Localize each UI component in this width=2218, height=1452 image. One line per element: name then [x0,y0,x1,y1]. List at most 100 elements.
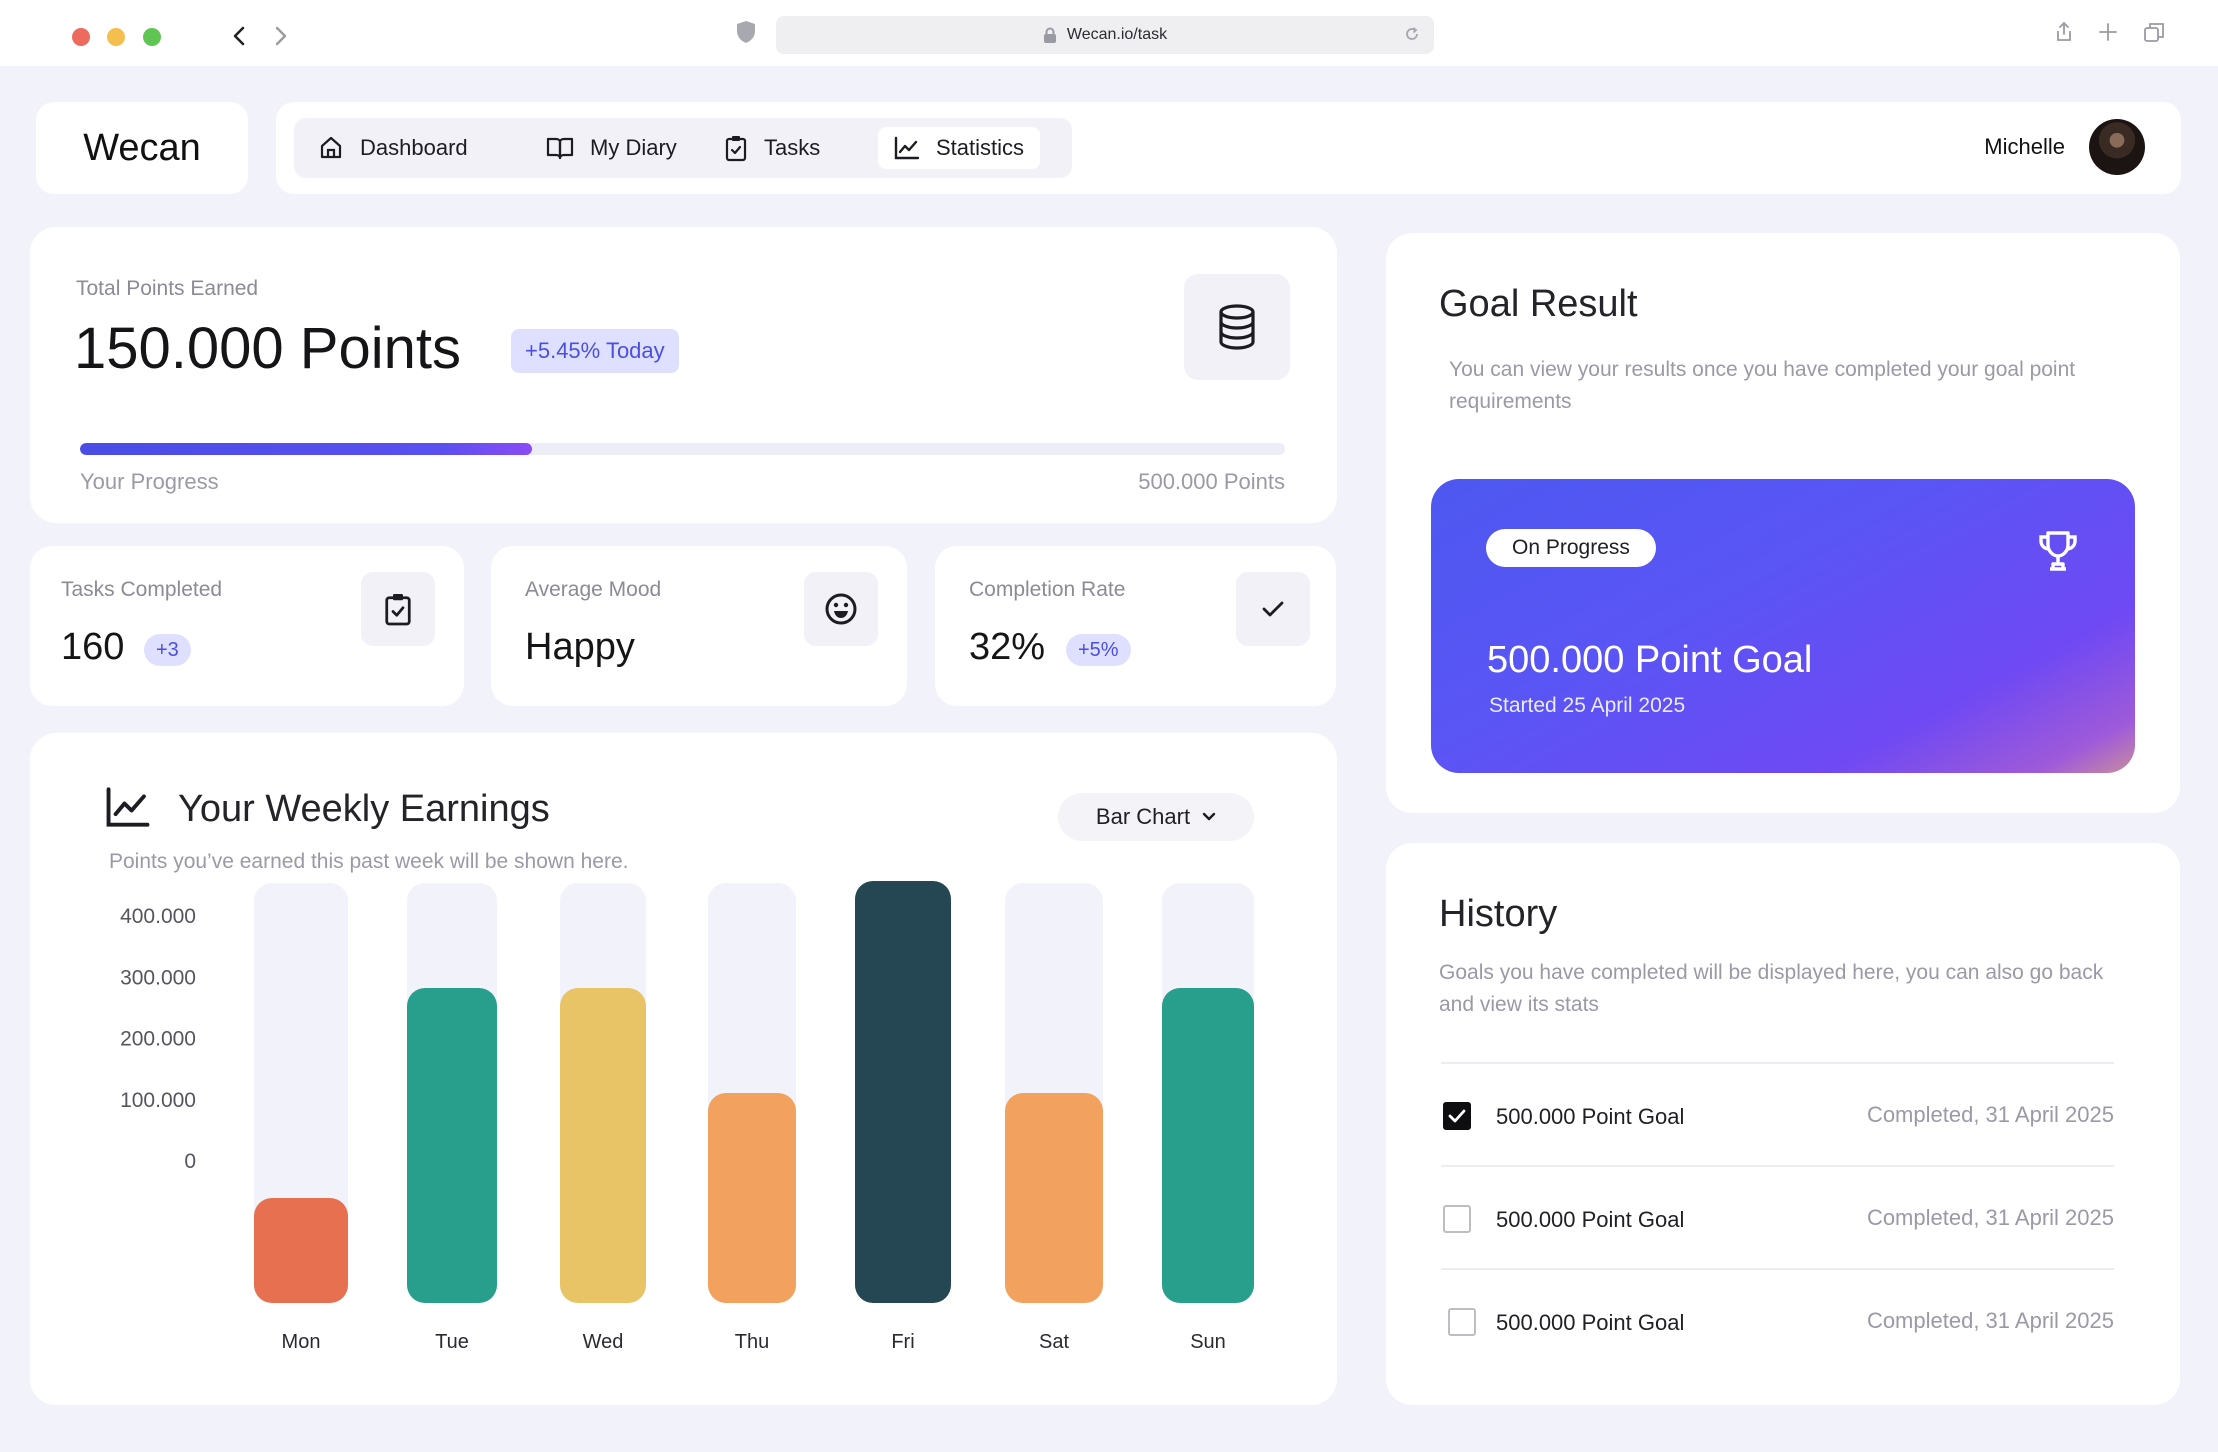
y-tick-label: 100.000 [120,1089,196,1112]
history-goal-date: Completed, 31 April 2025 [1866,1308,2114,1333]
bar-sun[interactable] [1162,988,1254,1303]
clipboard-check-icon [361,572,435,646]
tab-label: My Diary [590,135,677,160]
stat-label: Completion Rate [969,578,1126,601]
y-tick-label: 300.000 [120,966,196,989]
stat-badge: +3 [144,634,191,666]
points-progress-fill [80,443,532,455]
trophy-icon [2037,529,2079,578]
user-name: Michelle [1984,134,2065,159]
url-text: Wecan.io/task [1066,26,1168,43]
history-title: History [1439,893,1558,935]
total-points-card: Total Points Earned 150.000 Points +5.45… [30,227,1337,523]
x-tick-label: Fri [891,1331,914,1353]
browser-chrome: Wecan.io/task [0,0,2218,66]
stat-label: Average Mood [525,578,662,601]
history-row[interactable]: 500.000 Point Goal Completed, 31 April 2… [1441,1165,2114,1268]
goal-banner[interactable]: On Progress 500.000 Point Goal Started 2… [1431,479,2135,773]
bar-tue[interactable] [407,988,497,1303]
bar-mon[interactable] [254,1198,348,1303]
goal-started-date: Started 25 April 2025 [1489,694,1686,717]
forward-arrow-icon[interactable] [266,18,296,54]
bar-fri[interactable] [855,881,951,1303]
stat-badge: +5% [1066,634,1131,666]
tab-label: Dashboard [360,135,468,160]
back-arrow-icon[interactable] [224,18,254,54]
top-navigation: Dashboard My Diary Tasks Statistics Mich… [276,102,2181,194]
history-description: Goals you have completed will be display… [1439,961,2104,1016]
points-progress-bar [80,443,1285,455]
y-tick-label: 400.000 [120,905,196,928]
total-points-value: 150.000 Points [74,316,461,381]
logo-text: Wecan [83,126,201,169]
completion-rate-card: Completion Rate 32% +5% [935,546,1336,706]
bar-thu[interactable] [708,1093,796,1303]
bar-sat[interactable] [1005,1093,1103,1303]
goal-description: You can view your results once you have … [1449,358,2076,413]
stat-value: 32% [969,626,1046,668]
tabs-overview-icon[interactable] [2142,20,2168,46]
history-checkbox[interactable] [1448,1308,1476,1336]
check-icon [1448,1109,1466,1123]
weekly-bar-chart: 400.000 300.000 200.000 100.000 0 Mon Tue Wed Th… [120,881,1254,1353]
book-icon [546,137,574,160]
clipboard-check-icon [725,136,747,162]
minimize-window-button[interactable] [107,28,125,46]
home-icon [320,136,342,159]
tab-tasks[interactable]: Tasks [708,127,836,169]
today-change-badge: +5.45% Today [511,329,679,373]
x-tick-label: Mon [282,1331,321,1353]
history-row[interactable]: 500.000 Point Goal Completed, 31 April 2… [1441,1268,2114,1371]
tab-my-diary[interactable]: My Diary [530,127,693,169]
total-points-label: Total Points Earned [76,277,259,300]
maximize-window-button[interactable] [143,28,161,46]
tab-label: Statistics [936,135,1025,160]
x-tick-label: Sun [1190,1331,1226,1353]
x-tick-label: Wed [583,1331,624,1353]
share-icon[interactable] [2052,20,2078,46]
goal-title: Goal Result [1439,283,1638,325]
weekly-earnings-card: Your Weekly Earnings Points you’ve earne… [30,733,1337,1405]
new-tab-icon[interactable] [2096,20,2122,46]
avatar[interactable] [2089,119,2145,175]
check-icon [1236,572,1310,646]
lock-icon [1043,27,1056,43]
x-tick-label: Thu [735,1331,769,1353]
history-card: History Goals you have completed will be… [1386,843,2180,1405]
history-goal-name: 500.000 Point Goal [1496,1207,1685,1232]
goal-result-card: Goal Result You can view your results on… [1386,233,2180,813]
history-goal-date: Completed, 31 April 2025 [1866,1102,2114,1127]
reload-icon[interactable] [1404,26,1420,47]
history-checkbox[interactable] [1443,1102,1471,1130]
smiley-icon [804,572,878,646]
goal-name: 500.000 Point Goal [1487,639,1813,681]
x-tick-label: Sat [1039,1331,1069,1353]
database-icon [1184,274,1290,380]
progress-goal-label: 500.000 Points [1138,469,1285,494]
bar-wed[interactable] [560,988,646,1303]
history-row[interactable]: 500.000 Point Goal Completed, 31 April 2… [1441,1062,2114,1165]
y-tick-label: 0 [184,1150,196,1173]
tab-dashboard[interactable]: Dashboard [302,127,484,169]
chart-line-icon [894,136,920,160]
history-goal-name: 500.000 Point Goal [1496,1104,1685,1129]
stat-value: 160 [61,626,125,668]
stat-label: Tasks Completed [61,578,223,601]
status-badge: On Progress [1486,529,1656,567]
progress-label: Your Progress [80,469,219,494]
close-window-button[interactable] [72,28,90,46]
nav-tabs: Dashboard My Diary Tasks Statistics [294,118,1072,178]
address-bar[interactable]: Wecan.io/task [776,16,1434,54]
stat-value: Happy [525,626,635,668]
x-tick-label: Tue [435,1331,469,1353]
history-goal-name: 500.000 Point Goal [1496,1310,1685,1335]
tab-label: Tasks [764,135,821,160]
shield-icon [736,20,760,48]
logo[interactable]: Wecan [36,102,248,194]
average-mood-card: Average Mood Happy [491,546,907,706]
history-checkbox[interactable] [1443,1205,1471,1233]
tasks-completed-card: Tasks Completed 160 +3 [30,546,464,706]
history-goal-date: Completed, 31 April 2025 [1866,1205,2114,1230]
y-tick-label: 200.000 [120,1028,196,1051]
tab-statistics[interactable]: Statistics [878,127,1041,169]
